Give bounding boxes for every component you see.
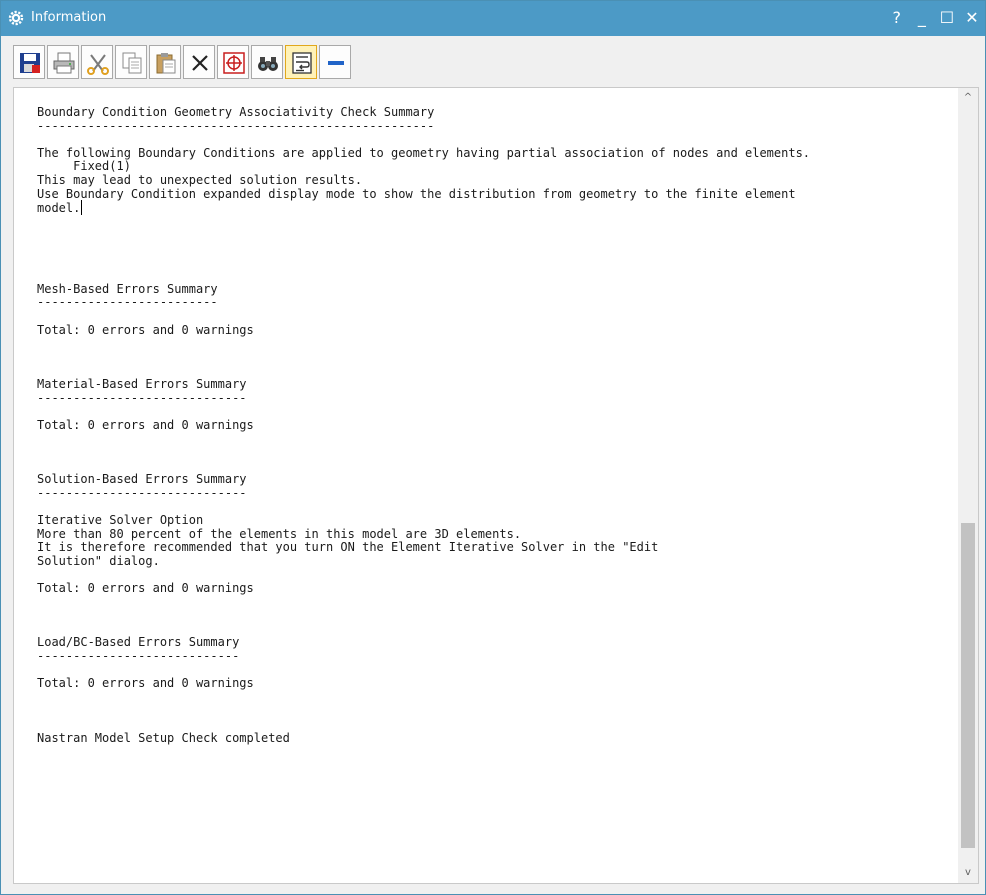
- text-line: Total: 0 errors and 0 warnings: [37, 417, 254, 432]
- scissors-icon: [87, 54, 109, 75]
- collapse-button[interactable]: [319, 45, 351, 79]
- text-line: It is therefore recommended that you tur…: [37, 540, 659, 555]
- information-window: Information ? _ ☐ ✕ Boundary Condition G…: [0, 0, 986, 895]
- text-line: -------------------------: [37, 295, 218, 310]
- text-line: Nastran Model Setup Check completed: [37, 730, 290, 745]
- text-line: The following Boundary Conditions are ap…: [37, 145, 811, 160]
- crosshair-icon: [223, 52, 245, 74]
- text-line: Boundary Condition Geometry Associativit…: [37, 105, 435, 119]
- text-line: Fixed(1): [37, 159, 131, 174]
- paste-icon: [156, 53, 176, 74]
- find-button[interactable]: [251, 45, 283, 79]
- text-line: -----------------------------: [37, 390, 247, 405]
- maximize-button[interactable]: ☐: [938, 7, 956, 29]
- text-line: Material-Based Errors Summary: [37, 377, 247, 391]
- scroll-up-arrow[interactable]: ^: [958, 88, 978, 108]
- scroll-down-arrow[interactable]: v: [958, 863, 978, 883]
- text-line: Use Boundary Condition expanded display …: [37, 186, 796, 201]
- word-wrap-button[interactable]: [285, 45, 317, 79]
- crosshair-button[interactable]: [217, 45, 249, 79]
- paste-button[interactable]: [149, 45, 181, 79]
- text-line: More than 80 percent of the elements in …: [37, 526, 522, 541]
- copy-icon: [122, 52, 142, 74]
- text-line: -----------------------------: [37, 485, 247, 500]
- help-button[interactable]: ?: [888, 7, 906, 29]
- text-line: Total: 0 errors and 0 warnings: [37, 322, 254, 337]
- vertical-scrollbar[interactable]: ^ v: [958, 88, 978, 883]
- text-line: model.: [37, 200, 83, 216]
- text-line: Load/BC-Based Errors Summary: [37, 635, 240, 650]
- text-caret: [81, 200, 83, 216]
- window-controls: ? _ ☐ ✕: [886, 7, 981, 29]
- save-icon: [20, 53, 40, 73]
- title-bar[interactable]: Information ? _ ☐ ✕: [1, 1, 985, 36]
- info-text-panel[interactable]: Boundary Condition Geometry Associativit…: [13, 87, 979, 884]
- scroll-thumb[interactable]: [961, 523, 975, 848]
- text-line: Total: 0 errors and 0 warnings: [37, 676, 254, 691]
- info-text-area[interactable]: Boundary Condition Geometry Associativit…: [14, 88, 958, 883]
- printer-icon: [53, 52, 75, 74]
- text-line: ----------------------------: [37, 649, 240, 663]
- text-line: Solution-Based Errors Summary: [37, 472, 247, 487]
- text-line: Solution" dialog.: [37, 553, 160, 568]
- word-wrap-icon: [292, 52, 312, 74]
- close-button[interactable]: ✕: [963, 7, 981, 29]
- minus-icon: [328, 61, 344, 65]
- text-line: Iterative Solver Option: [37, 513, 204, 527]
- delete-button[interactable]: [183, 45, 215, 79]
- text-line: This may lead to unexpected solution res…: [37, 173, 363, 187]
- text-line: Total: 0 errors and 0 warnings: [37, 581, 254, 595]
- binoculars-icon: [258, 57, 278, 71]
- window-title: Information: [31, 10, 107, 25]
- save-button[interactable]: [13, 45, 45, 79]
- minimize-button[interactable]: _: [913, 7, 931, 29]
- print-button[interactable]: [47, 45, 79, 79]
- cut-button[interactable]: [81, 45, 113, 79]
- gear-icon: [8, 10, 24, 26]
- x-icon: [192, 55, 208, 71]
- text-line: Mesh-Based Errors Summary: [37, 281, 218, 296]
- copy-button[interactable]: [115, 45, 147, 79]
- toolbar: [13, 45, 613, 81]
- text-line: ----------------------------------------…: [37, 118, 435, 133]
